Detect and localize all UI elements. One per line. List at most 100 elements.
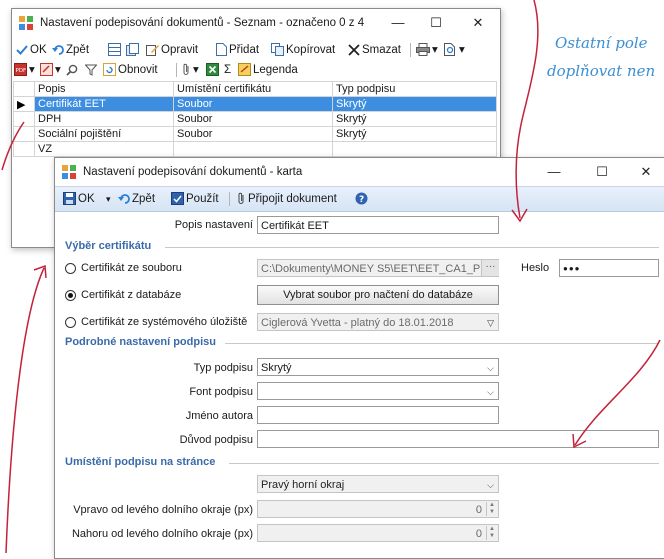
attach-document-button[interactable]: Připojit dokument <box>237 191 337 207</box>
table-cell: Soubor <box>173 96 333 112</box>
radio-cert-file[interactable] <box>65 263 76 274</box>
radio-cert-database-label: Certifikát z databáze <box>81 289 182 301</box>
chevron-down-icon: ⌵ <box>487 387 494 397</box>
typ-podpisu-combo[interactable]: Skrytý ⌵ <box>257 358 499 376</box>
back-button[interactable]: Zpět <box>52 42 89 58</box>
duvod-podpisu-input[interactable] <box>257 430 659 448</box>
apply-button[interactable]: Použít <box>171 191 219 207</box>
cert-file-path-input[interactable]: C:\Dokumenty\MONEY S5\EET\EET_CA1_Pla... <box>257 259 499 277</box>
table-cell: Certifikát EET <box>34 96 174 112</box>
back-button[interactable]: Zpět <box>118 191 155 207</box>
svg-text:?: ? <box>359 195 364 205</box>
undo-icon <box>52 45 64 55</box>
paperclip-icon <box>238 193 244 205</box>
heslo-label: Heslo <box>521 262 550 274</box>
sum-button[interactable]: Σ <box>224 62 231 78</box>
toolbar-separator <box>410 43 411 57</box>
radio-cert-system-store[interactable] <box>65 317 76 328</box>
minimize-button[interactable]: — <box>383 13 413 33</box>
close-button[interactable]: ✕ <box>631 162 661 182</box>
pdf-icon[interactable]: PDF ▾ <box>14 62 35 78</box>
legend-button[interactable]: Legenda <box>238 62 298 78</box>
list-titlebar: Nastavení podepisování dokumentů - Sezna… <box>12 9 500 37</box>
new-document-icon <box>216 43 227 57</box>
minimize-button[interactable]: — <box>539 162 569 182</box>
legend-icon <box>238 63 251 77</box>
ok-dropdown-arrow-icon[interactable]: ▾ <box>106 191 111 207</box>
row-indicator-header <box>13 81 35 97</box>
refresh-icon <box>103 63 116 77</box>
nahoru-spin-input[interactable]: 0 ▲ ▼ <box>257 524 499 542</box>
table-row[interactable]: VZ <box>13 141 497 157</box>
list-toolbar-1: OK Zpět Opravit Přidat Kopírovat Smazat … <box>12 39 500 61</box>
attachment-icon[interactable]: ▾ <box>182 62 199 78</box>
column-header[interactable]: Popis <box>34 81 174 97</box>
duvod-podpisu-label: Důvod podpisu <box>179 434 253 446</box>
grid-view-icon[interactable] <box>108 42 123 58</box>
popis-label: Popis nastavení <box>174 219 253 231</box>
section-certificate-title: Výběr certifikátu <box>65 240 152 252</box>
ok-button[interactable]: OK <box>63 191 95 207</box>
section-divider <box>225 343 659 344</box>
placement-combo[interactable]: Pravý horní okraj ⌵ <box>257 475 499 493</box>
radio-cert-file-label: Certifikát ze souboru <box>81 262 182 274</box>
table-row[interactable]: ▶ Certifikát EET Soubor Skrytý <box>13 96 497 112</box>
print-preview-icon[interactable]: ▾ <box>444 42 465 58</box>
filter-icon[interactable] <box>85 62 99 78</box>
card-window: Nastavení podepisování dokumentů - karta… <box>54 157 664 559</box>
browse-button[interactable]: ··· <box>481 260 499 276</box>
row-indicator <box>13 111 35 127</box>
toolbar-separator <box>176 63 177 77</box>
spin-arrows-icon[interactable]: ▲ ▼ <box>486 526 497 540</box>
section-divider <box>165 247 659 248</box>
column-header[interactable]: Typ podpisu <box>332 81 497 97</box>
table-row[interactable]: DPH Soubor Skrytý <box>13 111 497 127</box>
chevron-down-icon: ⌵ <box>487 480 494 490</box>
card-titlebar: Nastavení podepisování dokumentů - karta… <box>55 158 664 186</box>
close-button[interactable]: ✕ <box>463 13 493 33</box>
row-indicator <box>13 141 35 157</box>
card-toolbar: OK ▾ Zpět Použít Připojit dokument ? <box>55 186 664 212</box>
excel-icon[interactable] <box>206 62 221 78</box>
table-cell: Skrytý <box>332 111 497 127</box>
table-cell: Sociální pojištění <box>34 126 174 142</box>
maximize-button[interactable]: ☐ <box>421 13 451 33</box>
svg-text:PDF: PDF <box>16 68 27 74</box>
column-header[interactable]: Umístění certifikátu <box>173 81 333 97</box>
annotation-arrow-head <box>33 264 47 279</box>
edit-icon <box>146 45 159 57</box>
table-cell: Soubor <box>173 111 333 127</box>
popis-input[interactable]: Certifikát EET <box>257 216 499 234</box>
print-icon[interactable]: ▾ <box>416 42 438 58</box>
delete-x-icon <box>348 44 360 56</box>
delete-button[interactable]: Smazat <box>348 42 401 58</box>
add-button[interactable]: Přidat <box>216 42 259 58</box>
system-store-combo[interactable]: Ciglerová Yvetta - platný do 18.01.2018 ▽ <box>257 313 499 331</box>
table-row[interactable]: Sociální pojištění Soubor Skrytý <box>13 126 497 142</box>
sheets-icon[interactable] <box>126 42 141 58</box>
maximize-button[interactable]: ☐ <box>587 162 617 182</box>
save-icon <box>63 192 76 206</box>
radio-cert-database[interactable] <box>65 290 76 301</box>
help-icon[interactable]: ? <box>355 191 370 207</box>
font-podpisu-combo[interactable]: ⌵ <box>257 382 499 400</box>
table-cell: DPH <box>34 111 174 127</box>
heslo-password-input[interactable]: ●●● <box>559 259 659 277</box>
edit-button[interactable]: Opravit <box>146 42 198 58</box>
section-placement-title: Umístění podpisu na stránce <box>65 456 216 468</box>
copy-button[interactable]: Kopírovat <box>271 42 335 58</box>
select-file-db-button[interactable]: Vybrat soubor pro načtení do databáze <box>257 285 499 305</box>
typ-podpisu-label: Typ podpisu <box>193 362 253 374</box>
table-cell <box>332 141 497 157</box>
refresh-button[interactable]: Obnovit <box>103 62 158 78</box>
toolbar-separator <box>229 192 230 206</box>
table-cell <box>173 141 333 157</box>
jmeno-autora-input[interactable] <box>257 406 499 424</box>
spin-arrows-icon[interactable]: ▲ ▼ <box>486 502 497 516</box>
vpravo-spin-input[interactable]: 0 ▲ ▼ <box>257 500 499 518</box>
annotation-arrow <box>5 267 45 554</box>
export-icon[interactable]: ▾ <box>40 62 61 78</box>
search-icon[interactable] <box>66 62 80 78</box>
jmeno-autora-label: Jméno autora <box>185 410 253 422</box>
ok-button[interactable]: OK <box>16 42 47 58</box>
